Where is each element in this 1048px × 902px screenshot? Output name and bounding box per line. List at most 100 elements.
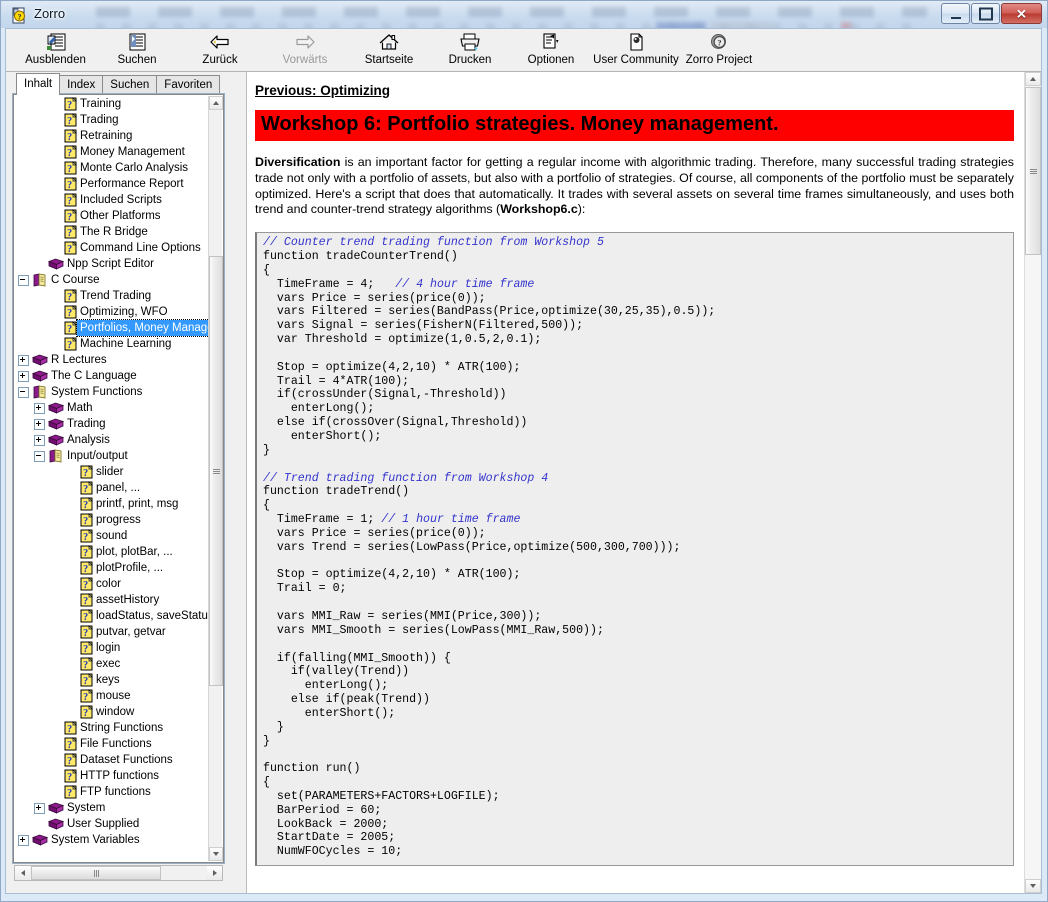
doc-scroll-down-button[interactable] — [1025, 879, 1041, 893]
tree-item[interactable]: ? Money Management — [15, 144, 208, 160]
tree-item[interactable]: ? plotProfile, ... — [15, 560, 208, 576]
tree-item-label: putvar, getvar — [96, 626, 166, 638]
svg-text:?: ? — [67, 228, 72, 239]
tree-item[interactable]: ? mouse — [15, 688, 208, 704]
collapse-icon[interactable] — [18, 274, 29, 286]
tab-inhalt[interactable]: Inhalt — [16, 73, 61, 95]
tree-item[interactable]: ? progress — [15, 512, 208, 528]
tree-item[interactable]: ? window — [15, 704, 208, 720]
minimize-button[interactable] — [941, 3, 970, 24]
tree-item[interactable]: ? The R Bridge — [15, 224, 208, 240]
tab-index[interactable]: Index — [59, 75, 104, 94]
tree-item[interactable]: ? String Functions — [15, 720, 208, 736]
tree-item[interactable]: ? Machine Learning — [15, 336, 208, 352]
tree-item[interactable]: R Lectures — [15, 352, 208, 368]
tree-scroll-thumb[interactable] — [209, 256, 223, 686]
toolbar-button-optionen[interactable]: Optionen — [520, 30, 582, 71]
collapse-icon[interactable] — [18, 386, 29, 398]
tree-item[interactable]: System — [15, 800, 208, 816]
toolbar-button-user-community[interactable]: User Community — [590, 30, 682, 71]
collapse-icon[interactable] — [34, 450, 45, 462]
tree-item[interactable]: ? plot, plotBar, ... — [15, 544, 208, 560]
tree-item[interactable]: ? assetHistory — [15, 592, 208, 608]
toolbar-button-vorwaerts[interactable]: Vorwärts — [269, 30, 341, 71]
toolbar-label: Optionen — [527, 54, 575, 66]
tree-scroll-down-button[interactable] — [209, 847, 223, 861]
toolbar-button-suchen[interactable]: Suchen — [106, 30, 168, 71]
tree-item[interactable]: ? FTP functions — [15, 784, 208, 800]
tree-hscroll-thumb[interactable] — [31, 866, 161, 880]
document-vertical-scrollbar[interactable] — [1024, 72, 1041, 893]
expand-icon[interactable] — [18, 354, 29, 366]
contents-tree[interactable]: ? Training? Trading? Retraining? Money Manag… — [13, 94, 224, 863]
tree-horizontal-scrollbar[interactable] — [14, 865, 223, 881]
tree-item[interactable]: ? HTTP functions — [15, 768, 208, 784]
expand-icon[interactable] — [18, 370, 29, 382]
tree-item[interactable]: ? Dataset Functions — [15, 752, 208, 768]
tree-item[interactable]: ? loadStatus, saveStatus — [15, 608, 208, 624]
doc-scroll-up-button[interactable] — [1025, 72, 1041, 86]
toolbar-button-zorro-project[interactable]: ? Zorro Project — [678, 30, 760, 71]
topic-document: Previous: Optimizing Workshop 6: Portfol… — [247, 72, 1024, 893]
previous-topic-link[interactable]: Previous: Optimizing — [255, 83, 390, 98]
tree-item[interactable]: ? keys — [15, 672, 208, 688]
toolbar-button-drucken[interactable]: Drucken — [440, 30, 500, 71]
tree-item[interactable]: ? Retraining — [15, 128, 208, 144]
toolbar-label: Zurück — [202, 54, 238, 66]
window-client-area: Ausblenden Suchen Zurück Vorwärts Starts… — [0, 28, 1048, 902]
expand-icon[interactable] — [34, 802, 45, 814]
expand-icon[interactable] — [34, 434, 45, 446]
tree-item[interactable]: ? exec — [15, 656, 208, 672]
close-button[interactable]: ✕ — [1001, 3, 1042, 24]
expand-icon[interactable] — [18, 834, 29, 846]
doc-scroll-thumb[interactable] — [1025, 87, 1041, 255]
svg-text:?: ? — [83, 676, 88, 687]
tree-item[interactable]: ?Portfolios, Money Management — [15, 319, 208, 337]
tree-item-label: Training — [80, 98, 122, 110]
topic-icon: ? — [64, 721, 77, 735]
tree-item[interactable]: Math — [15, 400, 208, 416]
tree-item[interactable]: The C Language — [15, 368, 208, 384]
tab-suchen[interactable]: Suchen — [102, 75, 158, 94]
tree-item[interactable]: ? Performance Report — [15, 176, 208, 192]
tree-item[interactable]: ? sound — [15, 528, 208, 544]
toolbar-button-ausblenden[interactable]: Ausblenden — [18, 30, 93, 71]
tree-item[interactable]: ? Training — [15, 96, 208, 112]
tree-item[interactable]: ? panel, ... — [15, 480, 208, 496]
tree-item[interactable]: System Variables — [15, 832, 208, 848]
toolbar-button-startseite[interactable]: Startseite — [354, 30, 424, 71]
tree-scroll-left-button[interactable] — [15, 866, 30, 880]
tree-item[interactable]: ? Other Platforms — [15, 208, 208, 224]
tree-item[interactable]: Input/output — [15, 448, 208, 464]
pane-splitter[interactable] — [238, 72, 246, 893]
expand-icon[interactable] — [34, 402, 45, 414]
tree-item[interactable]: Analysis — [15, 432, 208, 448]
tree-item[interactable]: Npp Script Editor — [15, 256, 208, 272]
tree-item[interactable]: ? slider — [15, 464, 208, 480]
tree-item[interactable]: ? File Functions — [15, 736, 208, 752]
tree-item[interactable]: ? Trend Trading — [15, 288, 208, 304]
expand-icon[interactable] — [34, 418, 45, 430]
topic-icon: ? — [64, 337, 77, 351]
toolbar-button-zurueck[interactable]: Zurück — [189, 30, 251, 71]
tree-item[interactable]: ? color — [15, 576, 208, 592]
tree-item[interactable]: ? printf, print, msg — [15, 496, 208, 512]
tree-item[interactable]: C Course — [15, 272, 208, 288]
tree-item[interactable]: System Functions — [15, 384, 208, 400]
tree-item[interactable]: User Supplied — [15, 816, 208, 832]
svg-text:?: ? — [83, 484, 88, 495]
tree-scroll-up-button[interactable] — [209, 96, 223, 110]
tree-item[interactable]: ? Optimizing, WFO — [15, 304, 208, 320]
tree-item[interactable]: ? Monte Carlo Analysis — [15, 160, 208, 176]
tree-item[interactable]: Trading — [15, 416, 208, 432]
topic-heading: Workshop 6: Portfolio strategies. Money … — [255, 110, 1014, 141]
tree-scroll-right-button[interactable] — [207, 866, 222, 880]
tree-item[interactable]: ? Trading — [15, 112, 208, 128]
maximize-button[interactable] — [971, 3, 1000, 24]
tree-vertical-scrollbar[interactable] — [208, 96, 223, 861]
tab-favoriten[interactable]: Favoriten — [156, 75, 221, 94]
tree-item[interactable]: ? login — [15, 640, 208, 656]
tree-item[interactable]: ? putvar, getvar — [15, 624, 208, 640]
tree-item[interactable]: ? Command Line Options — [15, 240, 208, 256]
tree-item[interactable]: ? Included Scripts — [15, 192, 208, 208]
